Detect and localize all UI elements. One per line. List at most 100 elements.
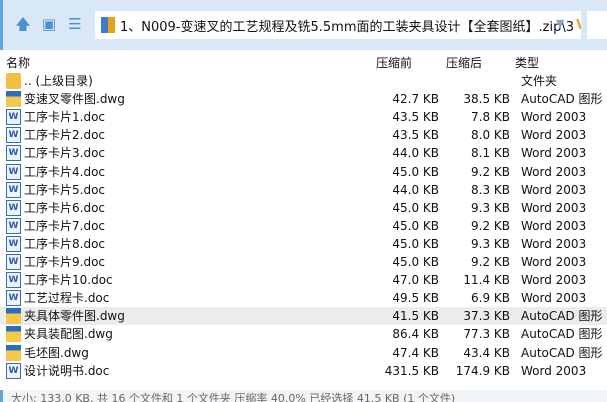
file-row[interactable]: W 工艺过程卡.doc 49.5 KB 6.9 KB Word 2003 (0, 289, 607, 307)
file-before: 47.4 KB (392, 345, 439, 360)
list-view-icon[interactable]: ☰ (67, 16, 83, 32)
dwg-icon (6, 344, 21, 361)
file-after: 9.3 KB (471, 236, 510, 251)
file-after: 174.9 KB (455, 363, 510, 378)
file-name: 工序卡片7.doc (24, 218, 106, 233)
file-type: AutoCAD 图形 (521, 309, 603, 324)
address-bar[interactable]: 1、N009-变速叉的工艺规程及铣5.5mm面的工装夹具设计【全套图纸】.zip… (95, 11, 581, 39)
thumbnail-view-icon[interactable]: ▣ (41, 16, 57, 32)
file-before: 44.0 KB (392, 182, 439, 197)
address-path: 1、N009-变速叉的工艺规程及铣5.5mm面的工装夹具设计【全套图纸】.zip… (120, 19, 574, 35)
doc-icon: W (6, 254, 21, 270)
doc-icon: W (6, 272, 21, 289)
file-row[interactable]: W 工序卡片2.doc 43.5 KB 8.0 KB Word 2003 (0, 126, 607, 144)
file-before: 45.0 KB (392, 200, 439, 215)
file-name: 毛坯图.dwg (24, 345, 89, 360)
file-before: 43.5 KB (392, 110, 439, 125)
file-type: AutoCAD 图形 (521, 327, 603, 342)
doc-icon: W (6, 127, 21, 144)
status-bar: 大小: 133.0 KB, 共 16 个文件和 1 个文件夹 压缩率 40.0%… (0, 390, 607, 402)
file-before: 41.5 KB (392, 309, 439, 324)
file-before: 47.0 KB (392, 273, 439, 288)
file-type: Word 2003 (521, 146, 587, 161)
dwg-icon (6, 326, 21, 343)
file-row[interactable]: 毛坯图.dwg 47.4 KB 43.4 KB AutoCAD 图形 (0, 344, 607, 362)
doc-icon: W (6, 163, 21, 180)
file-row[interactable]: W 工序卡片9.doc 45.0 KB 9.2 KB Word 2003 (0, 253, 607, 271)
file-type: Word 2003 (521, 164, 587, 179)
file-row[interactable]: .. (上级目录) 文件夹 (0, 72, 607, 90)
file-type: Word 2003 (521, 291, 587, 306)
file-type: Word 2003 (521, 218, 587, 233)
file-before: 45.0 KB (392, 164, 439, 179)
file-before: 49.5 KB (392, 291, 439, 306)
file-after: 9.2 KB (471, 164, 510, 179)
file-name: 工序卡片8.doc (24, 236, 106, 251)
file-type: Word 2003 (521, 182, 587, 197)
column-name[interactable]: 名称 (6, 54, 30, 71)
file-after: 9.2 KB (471, 218, 510, 233)
file-row[interactable]: W 工序卡片8.doc 45.0 KB 9.3 KB Word 2003 (0, 235, 607, 253)
file-name: 工序卡片3.doc (24, 146, 106, 161)
file-name: 工序卡片5.doc (24, 182, 106, 197)
file-before: 86.4 KB (392, 327, 439, 342)
file-type: Word 2003 (521, 236, 587, 251)
file-before: 42.7 KB (392, 92, 439, 107)
file-row[interactable]: W 工序卡片3.doc 44.0 KB 8.1 KB Word 2003 (0, 144, 607, 162)
file-after: 9.2 KB (471, 255, 510, 269)
doc-icon: W (6, 145, 21, 162)
file-row[interactable]: 夹具装配图.dwg 86.4 KB 77.3 KB AutoCAD 图形 (0, 325, 607, 343)
file-after: 11.4 KB (463, 273, 510, 288)
column-before[interactable]: 压缩前 (376, 54, 412, 71)
file-after: 8.0 KB (471, 128, 510, 143)
column-type[interactable]: 类型 (515, 54, 539, 71)
file-row[interactable]: W 工序卡片10.doc 47.0 KB 11.4 KB Word 2003 (0, 271, 607, 289)
file-name: 工艺过程卡.doc (24, 291, 110, 306)
file-type: Word 2003 (521, 363, 587, 378)
file-row[interactable]: 夹具体零件图.dwg 41.5 KB 37.3 KB AutoCAD 图形 (0, 307, 607, 326)
file-row[interactable]: W 工序卡片4.doc 45.0 KB 9.2 KB Word 2003 (0, 163, 607, 181)
dwg-icon (6, 91, 21, 108)
search-input[interactable] (587, 11, 607, 39)
file-name: 工序卡片9.doc (24, 255, 106, 269)
file-row[interactable]: W 工序卡片1.doc 43.5 KB 7.8 KB Word 2003 (0, 108, 607, 126)
file-type: Word 2003 (521, 128, 587, 143)
file-name: 工序卡片6.doc (24, 200, 106, 215)
file-after: 37.3 KB (463, 309, 510, 324)
doc-icon: W (6, 290, 21, 307)
file-after: 8.1 KB (471, 146, 510, 161)
file-row[interactable]: W 工序卡片5.doc 44.0 KB 8.3 KB Word 2003 (0, 181, 607, 199)
file-name: 工序卡片2.doc (24, 128, 106, 143)
file-name: 变速叉零件图.dwg (24, 92, 125, 107)
up-arrow-icon[interactable]: 🡅 (15, 16, 31, 32)
toolbar: 🡅 ▣ ☰ 1、N009-变速叉的工艺规程及铣5.5mm面的工装夹具设计【全套图… (0, 0, 607, 50)
file-after: 43.4 KB (463, 345, 510, 360)
file-type: AutoCAD 图形 (521, 345, 603, 360)
file-before: 44.0 KB (392, 146, 439, 161)
doc-icon: W (6, 362, 21, 379)
file-after: 9.3 KB (471, 200, 510, 215)
file-row[interactable]: W 工序卡片6.doc 45.0 KB 9.3 KB Word 2003 (0, 199, 607, 217)
file-name: 夹具体零件图.dwg (24, 309, 125, 324)
file-row[interactable]: W 设计说明书.doc 431.5 KB 174.9 KB Word 2003 (0, 362, 607, 380)
file-after: 7.8 KB (471, 110, 510, 125)
file-row[interactable]: 变速叉零件图.dwg 42.7 KB 38.5 KB AutoCAD 图形 (0, 90, 607, 108)
doc-icon: W (6, 199, 21, 216)
chevron-down-icon[interactable]: ▼ (556, 17, 564, 30)
file-type: Word 2003 (521, 255, 587, 269)
file-after: 8.3 KB (471, 182, 510, 197)
file-name: .. (上级目录) (24, 74, 93, 88)
file-after: 6.9 KB (471, 291, 510, 306)
folder-icon (6, 73, 21, 89)
file-name: 工序卡片1.doc (24, 110, 106, 125)
badge-icon: V (576, 18, 581, 33)
file-name: 设计说明书.doc (24, 363, 110, 378)
file-type: Word 2003 (521, 273, 587, 288)
file-after: 38.5 KB (463, 92, 510, 107)
doc-icon: W (6, 109, 21, 126)
file-type: Word 2003 (521, 110, 587, 125)
file-name: 工序卡片10.doc (24, 273, 113, 288)
doc-icon: W (6, 217, 21, 234)
column-after[interactable]: 压缩后 (446, 54, 482, 71)
file-row[interactable]: W 工序卡片7.doc 45.0 KB 9.2 KB Word 2003 (0, 217, 607, 235)
